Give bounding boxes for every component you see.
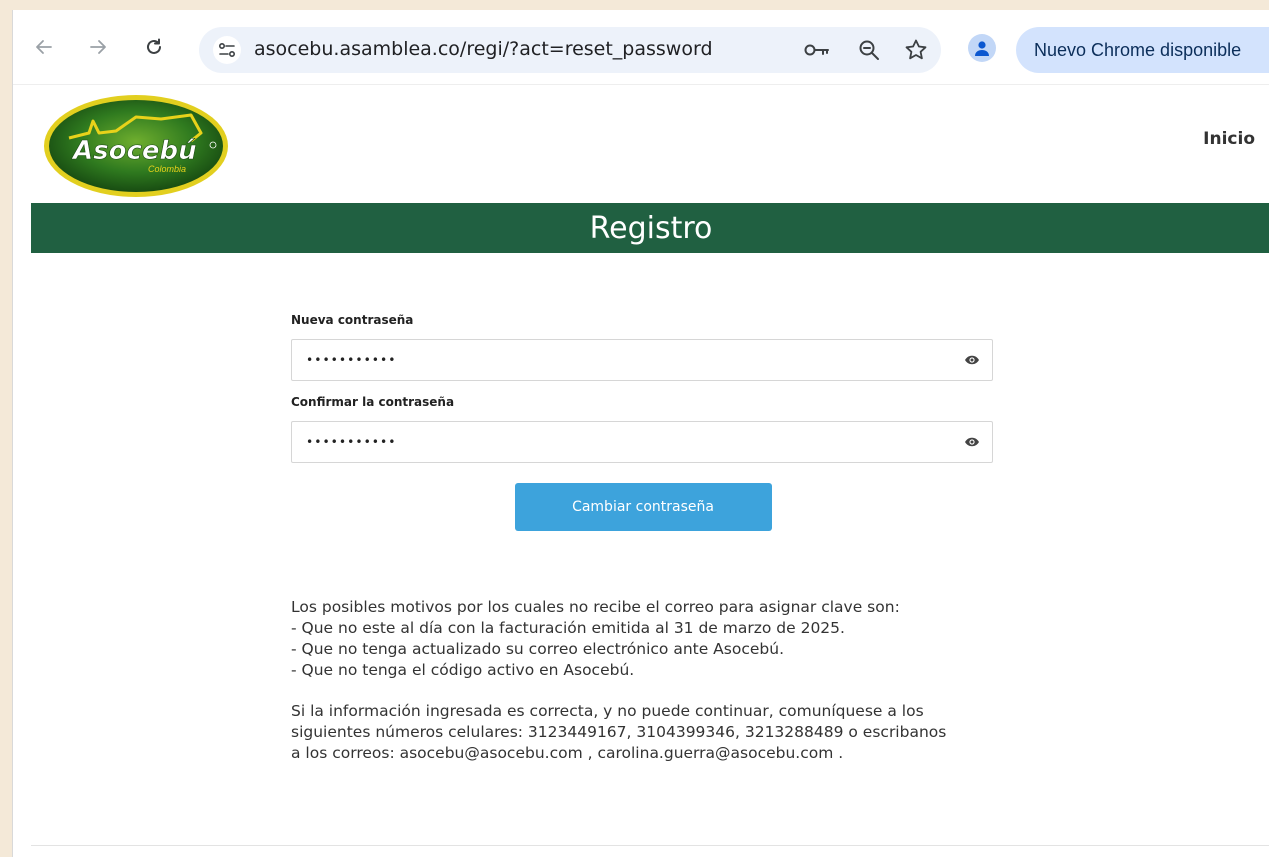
- help-text: Los posibles motivos por los cuales no r…: [291, 597, 1011, 764]
- zoom-icon: [859, 40, 879, 60]
- footer-divider: [31, 845, 1269, 846]
- nav-inicio-link[interactable]: Inicio: [1203, 129, 1255, 149]
- show-password-toggle[interactable]: [964, 353, 980, 367]
- eye-icon: [965, 437, 979, 447]
- reasons-intro: Los posibles motivos por los cuales no r…: [291, 598, 900, 616]
- reload-icon: [147, 38, 161, 54]
- eye-icon: [965, 355, 979, 365]
- reload-button[interactable]: [139, 32, 169, 62]
- url-text[interactable]: asocebu.asamblea.co/regi/?act=reset_pass…: [254, 38, 713, 60]
- back-button[interactable]: [29, 32, 59, 62]
- show-confirm-password-toggle[interactable]: [964, 435, 980, 449]
- contact-line: Si la información ingresada es correcta,…: [291, 702, 924, 720]
- logo-wordmark: Asocebú: [71, 136, 197, 166]
- new-password-input[interactable]: [292, 340, 952, 380]
- arrow-right-icon: [90, 40, 106, 54]
- contact-line: siguientes números celulares: 3123449167…: [291, 723, 947, 741]
- asocebu-logo[interactable]: Asocebú Colombia: [41, 93, 231, 200]
- submit-row: Cambiar contraseña: [291, 483, 995, 531]
- tune-icon: [218, 42, 236, 58]
- contact-line: a los correos: asocebu@asocebu.com , car…: [291, 744, 844, 762]
- confirm-password-input[interactable]: [292, 422, 952, 462]
- change-password-button[interactable]: Cambiar contraseña: [514, 483, 772, 531]
- new-password-label: Nueva contraseña: [291, 313, 414, 327]
- person-icon: [975, 41, 989, 56]
- bookmark-button[interactable]: [902, 36, 930, 64]
- reset-password-form: Nueva contraseña Confirmar la contraseña…: [291, 313, 995, 531]
- star-icon: [905, 39, 927, 60]
- arrow-left-icon: [36, 40, 52, 54]
- chrome-update-chip[interactable]: Nuevo Chrome disponible: [1016, 27, 1269, 73]
- logo-graphic: Asocebú Colombia: [44, 95, 228, 197]
- address-bar[interactable]: asocebu.asamblea.co/regi/?act=reset_pass…: [199, 27, 941, 73]
- reason-item: - Que no tenga actualizado su correo ele…: [291, 640, 784, 658]
- new-password-field: [291, 339, 993, 381]
- zoom-button[interactable]: [855, 36, 883, 64]
- browser-toolbar: asocebu.asamblea.co/regi/?act=reset_pass…: [13, 10, 1269, 84]
- page-banner: Registro: [31, 203, 1269, 253]
- reason-item: - Que no tenga el código activo en Asoce…: [291, 661, 635, 679]
- browser-window: asocebu.asamblea.co/regi/?act=reset_pass…: [12, 10, 1269, 857]
- logo-subtext: Colombia: [148, 164, 186, 174]
- page-content: Asocebú Colombia Inicio Registro Nueva c…: [13, 84, 1269, 857]
- profile-button[interactable]: [968, 34, 996, 62]
- confirm-password-label: Confirmar la contraseña: [291, 395, 455, 409]
- confirm-password-field: [291, 421, 993, 463]
- key-icon: [804, 44, 829, 56]
- password-key-button[interactable]: [803, 36, 831, 64]
- reason-item: - Que no este al día con la facturación …: [291, 619, 845, 637]
- site-info-button[interactable]: [213, 36, 241, 64]
- page-title: Registro: [589, 210, 713, 246]
- forward-button[interactable]: [83, 32, 113, 62]
